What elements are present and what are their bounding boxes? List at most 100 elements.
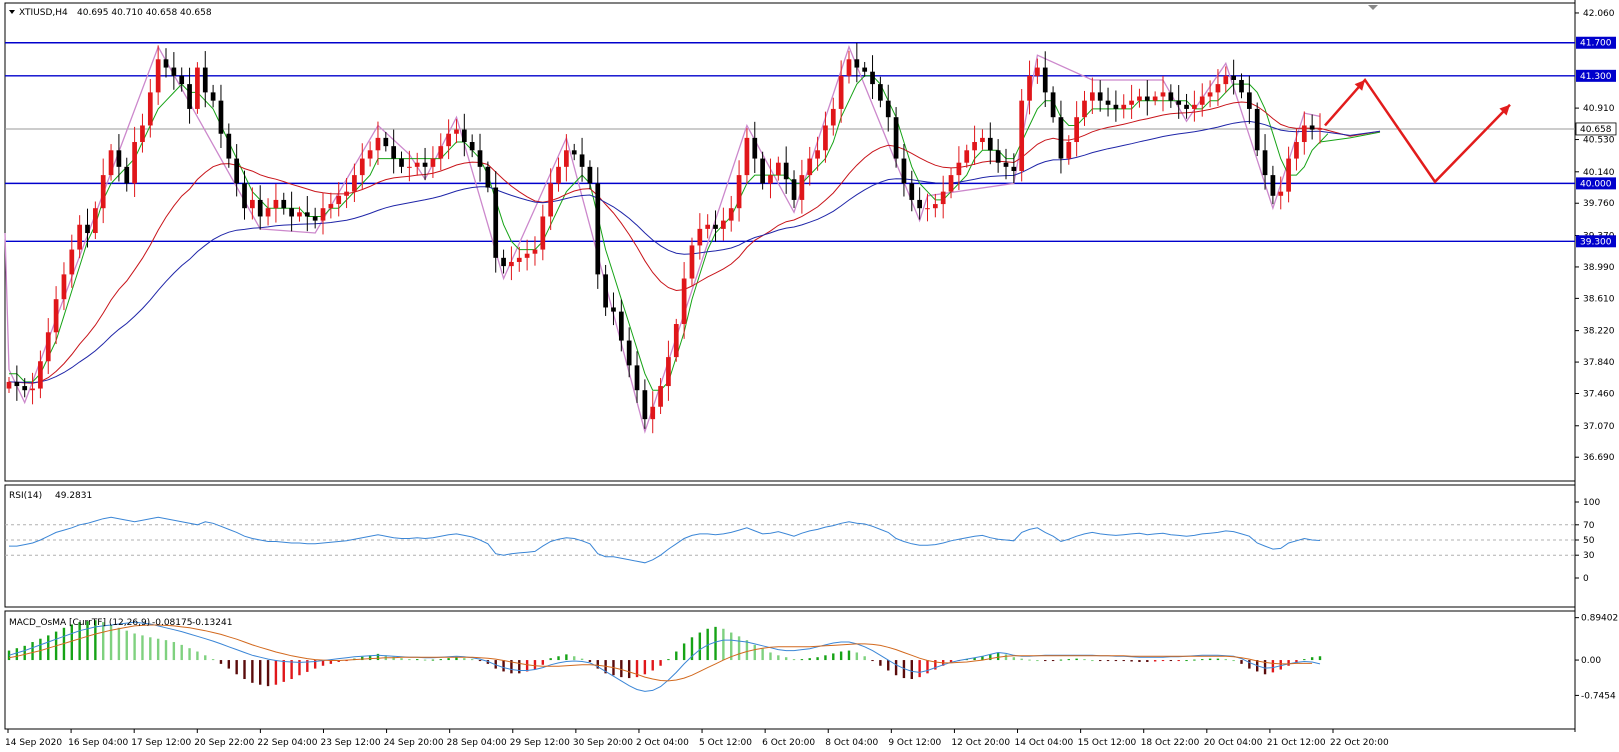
macd-histogram-bar	[1310, 657, 1314, 661]
candle-body	[312, 216, 318, 221]
candle-body	[375, 137, 381, 151]
candle-body	[422, 162, 428, 167]
candle-body	[202, 67, 208, 93]
macd-histogram-bar	[1036, 660, 1039, 662]
candle-body	[477, 150, 483, 167]
time-tick-label: 14 Sep 2020	[5, 738, 62, 748]
price-tick-label: 37.840	[1583, 358, 1615, 368]
macd-histogram-bar	[745, 640, 749, 661]
candle-body	[972, 142, 977, 151]
candle-body	[830, 108, 836, 126]
macd-histogram-bar	[580, 658, 584, 661]
macd-histogram-bar	[549, 658, 552, 661]
macd-histogram-bar	[525, 660, 529, 672]
candle-body	[1160, 92, 1166, 97]
rsi-panel[interactable]	[4, 484, 1576, 608]
candle-body	[564, 150, 569, 167]
rsi-tick-label: 70	[1583, 521, 1595, 531]
macd-histogram-bar	[1185, 660, 1188, 662]
candle-body	[705, 224, 711, 229]
macd-histogram-bar	[172, 642, 176, 661]
time-tick-label: 18 Oct 22:00	[1141, 738, 1200, 748]
candle-body	[367, 150, 373, 159]
macd-histogram-bar	[463, 658, 466, 661]
candle-body	[187, 84, 192, 109]
macd-histogram-bar	[502, 660, 505, 672]
candle-body	[1050, 92, 1056, 118]
macd-histogram-bar	[235, 660, 238, 675]
macd-histogram-bar	[1208, 658, 1212, 661]
candle-body	[548, 183, 554, 217]
candle-body	[697, 228, 703, 246]
time-tick-label: 20 Sep 22:00	[194, 738, 254, 748]
candle-body	[909, 183, 915, 200]
macd-histogram-bar	[1106, 660, 1110, 662]
candle-body	[524, 253, 530, 258]
macd-histogram-bar	[70, 624, 74, 661]
candle-body	[108, 150, 114, 176]
price-tick-label: 42.060	[1583, 9, 1615, 19]
candle-body	[195, 67, 200, 109]
macd-histogram-bar	[800, 659, 804, 661]
candle-body	[618, 311, 624, 341]
candle-body	[956, 162, 962, 176]
candle-body	[1246, 92, 1252, 109]
candle-body	[870, 71, 875, 85]
candle-body	[878, 84, 883, 101]
candle-body	[1176, 100, 1182, 105]
macd-histogram-bar	[675, 651, 678, 661]
candle-body	[681, 278, 687, 325]
price-axis: 42.06040.91040.53040.14039.76039.37038.9…	[1575, 9, 1617, 463]
candle-body	[446, 133, 451, 147]
macd-histogram-bar	[164, 640, 168, 661]
macd-histogram-bar	[149, 637, 152, 661]
price-panel[interactable]	[4, 2, 1576, 482]
rsi-tick-label: 100	[1583, 498, 1600, 508]
macd-histogram-bar	[282, 660, 285, 682]
candle-body	[658, 386, 663, 407]
macd-histogram-bar	[588, 660, 592, 662]
candle-body	[728, 208, 734, 221]
level-price-label: 40.000	[1580, 179, 1612, 189]
macd-histogram-bar	[737, 636, 741, 661]
candle-body	[1011, 166, 1017, 171]
candle-body	[1027, 75, 1032, 101]
macd-histogram-bar	[125, 630, 128, 661]
macd-histogram-bar	[188, 648, 191, 661]
macd-histogram-bar	[227, 660, 231, 669]
macd-histogram-bar	[1114, 660, 1118, 662]
candle-body	[1278, 191, 1284, 196]
candle-body	[1105, 100, 1111, 105]
macd-histogram-bar	[290, 660, 293, 680]
candle-body	[603, 274, 608, 308]
macd-histogram-bar	[180, 644, 183, 661]
price-tick-label: 38.220	[1583, 327, 1615, 337]
macd-histogram-bar	[1146, 660, 1149, 662]
macd-histogram-bar	[31, 642, 34, 661]
candle-body	[815, 150, 820, 159]
macd-histogram-bar	[855, 652, 859, 661]
macd-histogram-bar	[769, 652, 772, 661]
macd-histogram-bar	[219, 660, 223, 664]
candle-body	[854, 59, 860, 68]
macd-histogram-bar	[667, 659, 670, 661]
candle-body	[257, 199, 263, 217]
macd-histogram-bar	[243, 660, 246, 680]
candle-body	[571, 150, 577, 155]
candle-body	[438, 146, 444, 159]
macd-panel[interactable]	[4, 610, 1576, 730]
candle-body	[147, 92, 153, 126]
macd-title: MACD_OsMA [CurrTF] (12,26,9)	[9, 618, 150, 628]
candle-body	[901, 158, 907, 184]
macd-value-2: -0.13241	[192, 618, 232, 628]
macd-histogram-bar	[871, 660, 874, 662]
candle-body	[595, 183, 601, 275]
candle-body	[155, 59, 161, 93]
candle-body	[579, 154, 585, 167]
macd-histogram-bar	[518, 660, 521, 674]
macd-value-1: -0.08175	[152, 618, 192, 628]
candle-body	[352, 175, 357, 192]
candle-body	[846, 59, 852, 76]
macd-histogram-bar	[1059, 659, 1063, 661]
candle-body	[242, 183, 247, 209]
